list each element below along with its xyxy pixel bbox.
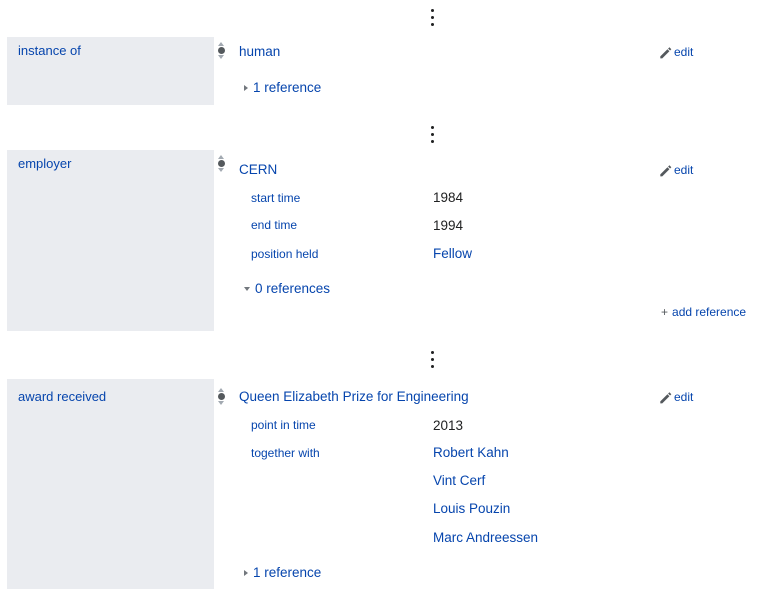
more-values-icon[interactable] [431, 9, 437, 30]
references-toggle[interactable]: 1 reference [244, 80, 321, 95]
more-values-icon[interactable] [431, 351, 437, 372]
references-toggle[interactable]: 0 references [244, 281, 330, 296]
plus-icon: + [661, 305, 669, 319]
edit-button[interactable]: edit [659, 45, 693, 59]
references-label: 0 references [255, 281, 331, 296]
add-reference-button[interactable]: + add reference [661, 305, 746, 319]
edit-label: edit [674, 45, 694, 59]
edit-label: edit [674, 163, 694, 177]
property-label[interactable]: employer [18, 156, 71, 171]
qualifier-property[interactable]: together with [251, 446, 320, 460]
qualifier-property[interactable]: point in time [251, 418, 316, 432]
add-reference-label: add reference [672, 305, 747, 319]
property-label[interactable]: award received [18, 389, 106, 404]
pencil-icon [660, 164, 672, 176]
normal-rank-icon[interactable] [217, 155, 225, 172]
edit-button[interactable]: edit [659, 390, 693, 404]
property-label[interactable]: instance of [18, 43, 81, 58]
pencil-icon [660, 391, 672, 403]
references-label: 1 reference [253, 80, 322, 95]
qualifier-value[interactable]: Robert Kahn [433, 445, 509, 460]
statement-group-instance-of: instance of human edit 1 reference [7, 37, 757, 105]
triangle-right-icon [244, 569, 248, 576]
statement-value[interactable]: Queen Elizabeth Prize for Engineering [239, 389, 469, 404]
references-toggle[interactable]: 1 reference [244, 565, 321, 580]
qualifier-value[interactable]: Fellow [433, 246, 472, 261]
property-cell: award received [7, 379, 214, 589]
normal-rank-icon[interactable] [217, 42, 225, 59]
references-label: 1 reference [253, 565, 322, 580]
triangle-right-icon [244, 84, 248, 91]
statement-group-employer: employer CERN edit start time 1984 end t… [7, 150, 757, 331]
property-cell: instance of [7, 37, 214, 105]
statement-group-award-received: award received Queen Elizabeth Prize for… [7, 379, 757, 589]
qualifier-value[interactable]: Louis Pouzin [433, 501, 510, 516]
qualifier-value[interactable]: Vint Cerf [433, 473, 485, 488]
triangle-down-icon [244, 286, 250, 291]
qualifier-value: 1994 [433, 218, 464, 233]
qualifier-property[interactable]: position held [251, 247, 318, 261]
statement-value[interactable]: CERN [239, 162, 277, 177]
more-values-icon[interactable] [431, 126, 437, 147]
qualifier-property[interactable]: start time [251, 191, 300, 205]
qualifier-value: 2013 [433, 418, 464, 433]
qualifier-property[interactable]: end time [251, 218, 297, 232]
qualifier-value[interactable]: Marc Andreessen [433, 530, 538, 545]
statement-value[interactable]: human [239, 44, 280, 59]
qualifier-value: 1984 [433, 190, 464, 205]
edit-button[interactable]: edit [659, 163, 693, 177]
normal-rank-icon[interactable] [217, 388, 225, 405]
pencil-icon [660, 46, 672, 58]
property-cell: employer [7, 150, 214, 331]
edit-label: edit [674, 390, 694, 404]
